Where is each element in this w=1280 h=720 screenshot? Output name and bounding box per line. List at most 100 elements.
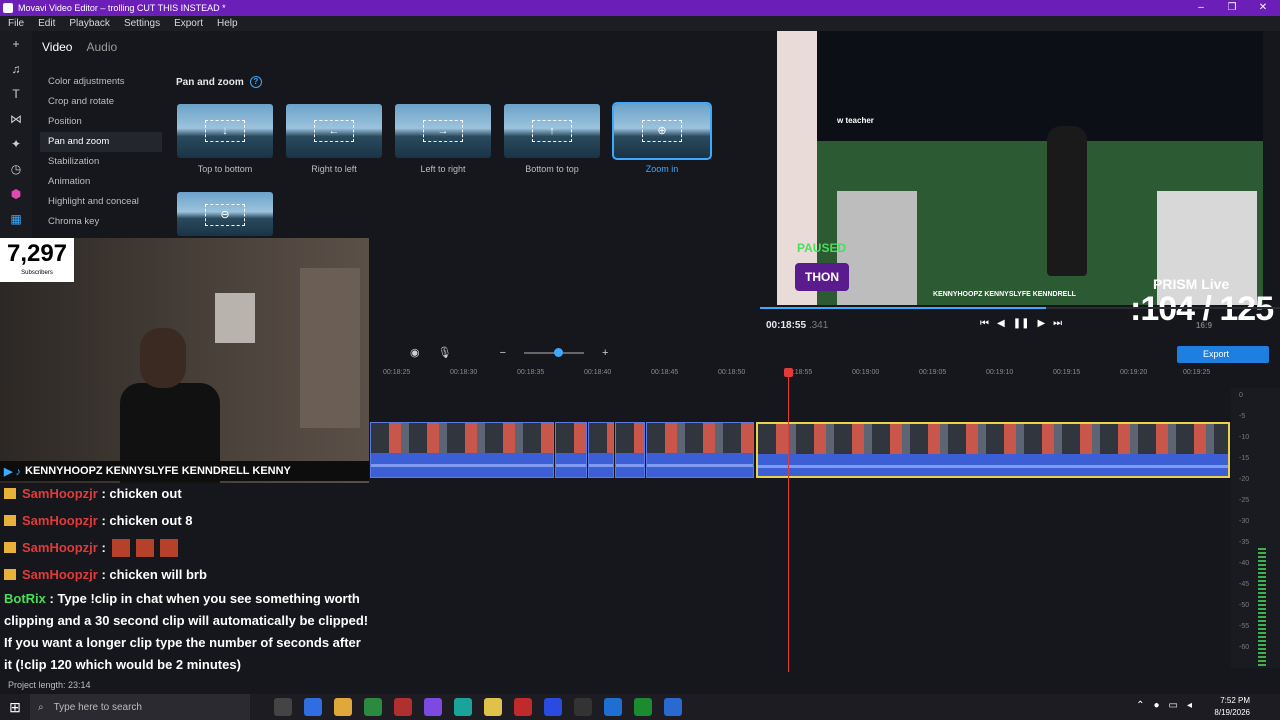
ruler-tick: 00:18:35 [517,369,545,376]
menu-edit[interactable]: Edit [38,18,55,29]
app-icon[interactable] [424,698,442,716]
text-icon[interactable]: T [0,81,32,106]
zoom-in-button[interactable]: + [602,347,608,359]
clip-audio-waveform [758,454,1228,476]
music-icon[interactable]: ♫ [0,56,32,81]
zoom-slider-handle[interactable] [554,347,564,357]
pause-icon[interactable]: ❚❚ [1013,318,1030,329]
menu-playback[interactable]: Playback [69,18,110,29]
stickers-icon[interactable]: ⬢ [0,181,32,206]
menu-item-position[interactable]: Position [40,112,162,132]
preview-golfer [1047,126,1087,276]
video-clip[interactable] [588,422,614,478]
preview-chat-overlay: w teacher [837,116,874,125]
timeline-zoom-slider[interactable] [524,347,585,357]
task-view-icon[interactable] [274,698,292,716]
chat-text: : chicken out 8 [101,513,193,528]
minimize-button[interactable]: – [1186,0,1216,16]
paused-label: PAUSED [797,241,847,255]
chat-message: SamHoopzjr : chicken out [0,480,369,507]
preset-right-to-left[interactable]: ← [286,104,382,158]
preset-zoom-out[interactable]: ⊖ [177,192,273,236]
menu-item-stabilization[interactable]: Stabilization [40,152,162,172]
zoom-out-button[interactable]: − [500,347,506,359]
clip-video-frames [758,424,1228,454]
ruler-tick: 00:19:10 [986,369,1014,376]
clip-audio-waveform [556,453,586,477]
app-icon[interactable] [394,698,412,716]
add-icon[interactable]: + [0,31,32,56]
store-icon[interactable] [364,698,382,716]
timecode-ms: .341 [808,320,829,331]
meter-label: -30 [1239,518,1250,525]
transitions-icon[interactable]: ⋈ [0,106,32,131]
help-icon[interactable]: ? [249,76,262,88]
menu-item-highlight-conceal[interactable]: Highlight and conceal [40,192,162,212]
menu-item-crop-rotate[interactable]: Crop and rotate [40,92,162,112]
step-forward-icon[interactable]: ▶ [1037,318,1045,329]
preset-top-to-bottom[interactable]: ↓ [177,104,273,158]
menu-item-animation[interactable]: Animation [40,172,162,192]
export-button[interactable]: Export [1177,346,1269,363]
video-clip[interactable] [555,422,587,478]
capcut-icon[interactable] [574,698,592,716]
clip-audio-waveform [647,453,753,477]
record-audio-icon[interactable]: 🎙 [438,346,452,359]
clip-audio-waveform [371,453,553,477]
timer-icon[interactable]: ◷ [0,156,32,181]
taskbar-search[interactable]: ⌕ Type here to search [30,694,250,720]
preset-zoom-in[interactable]: ⊕ [612,102,712,160]
clip-video-frames [647,423,753,453]
meter-label: -40 [1239,560,1250,567]
video-clip[interactable] [646,422,754,478]
file-explorer-icon[interactable] [484,698,502,716]
volume-icon[interactable]: ◂ [1187,700,1192,711]
windows-start-icon[interactable]: ⊞ [0,699,30,716]
aspect-ratio-select[interactable]: 16:9 [1196,321,1212,330]
chrome-icon[interactable] [334,698,352,716]
app-icon[interactable] [664,698,682,716]
microphone-icon[interactable]: ● [1153,700,1159,711]
menu-help[interactable]: Help [217,18,238,29]
tab-audio[interactable]: Audio [86,40,117,54]
menu-item-chroma-key[interactable]: Chroma key [40,212,162,232]
emote-icon [159,538,178,557]
app-icon[interactable] [514,698,532,716]
menu-item-color-adjustments[interactable]: Color adjustments [40,72,162,92]
filters-icon[interactable]: ✦ [0,131,32,156]
ruler-tick: 00:18:45 [651,369,679,376]
snapshot-icon[interactable]: ◉ [410,346,420,359]
scrub-progress [760,307,1046,309]
video-clip[interactable] [615,422,645,478]
playhead[interactable] [784,368,793,672]
preview-scrub-bar[interactable] [760,307,1280,309]
close-button[interactable]: ✕ [1248,0,1278,16]
menu-item-pan-zoom[interactable]: Pan and zoom [40,132,162,152]
app-icon[interactable] [454,698,472,716]
tray-chevron-icon[interactable]: ⌃ [1136,700,1144,711]
more-tools-icon[interactable]: ▦ [0,206,32,231]
preset-bottom-to-top[interactable]: ↑ [504,104,600,158]
video-preview[interactable]: w teacher PAUSED THON KENNYHOOPZ KENNYSL… [777,31,1263,305]
menu-settings[interactable]: Settings [124,18,160,29]
preset-left-to-right[interactable]: → [395,104,491,158]
timeline-ruler[interactable]: 00:18:25 00:18:30 00:18:35 00:18:40 00:1… [370,366,1230,380]
menu-file[interactable]: File [8,18,24,29]
selected-video-clip[interactable] [756,422,1230,478]
step-back-icon[interactable]: ◀ [997,318,1005,329]
tab-video[interactable]: Video [42,40,72,54]
movavi-icon[interactable] [544,698,562,716]
network-icon[interactable]: ▭ [1169,700,1178,711]
xbox-icon[interactable] [634,698,652,716]
menu-export[interactable]: Export [174,18,203,29]
copilot-icon[interactable] [304,698,322,716]
system-clock[interactable]: 7:52 PM 8/19/2026 [1214,694,1250,719]
chat-username: SamHoopzjr [22,513,98,528]
outlook-icon[interactable] [604,698,622,716]
skip-start-icon[interactable]: ⏮ [980,318,989,329]
video-clip[interactable] [370,422,554,478]
restore-button[interactable]: ❐ [1217,0,1247,16]
skip-end-icon[interactable]: ⏭ [1053,318,1062,329]
ruler-tick: 00:18:50 [718,369,746,376]
playhead-handle[interactable] [784,368,793,377]
